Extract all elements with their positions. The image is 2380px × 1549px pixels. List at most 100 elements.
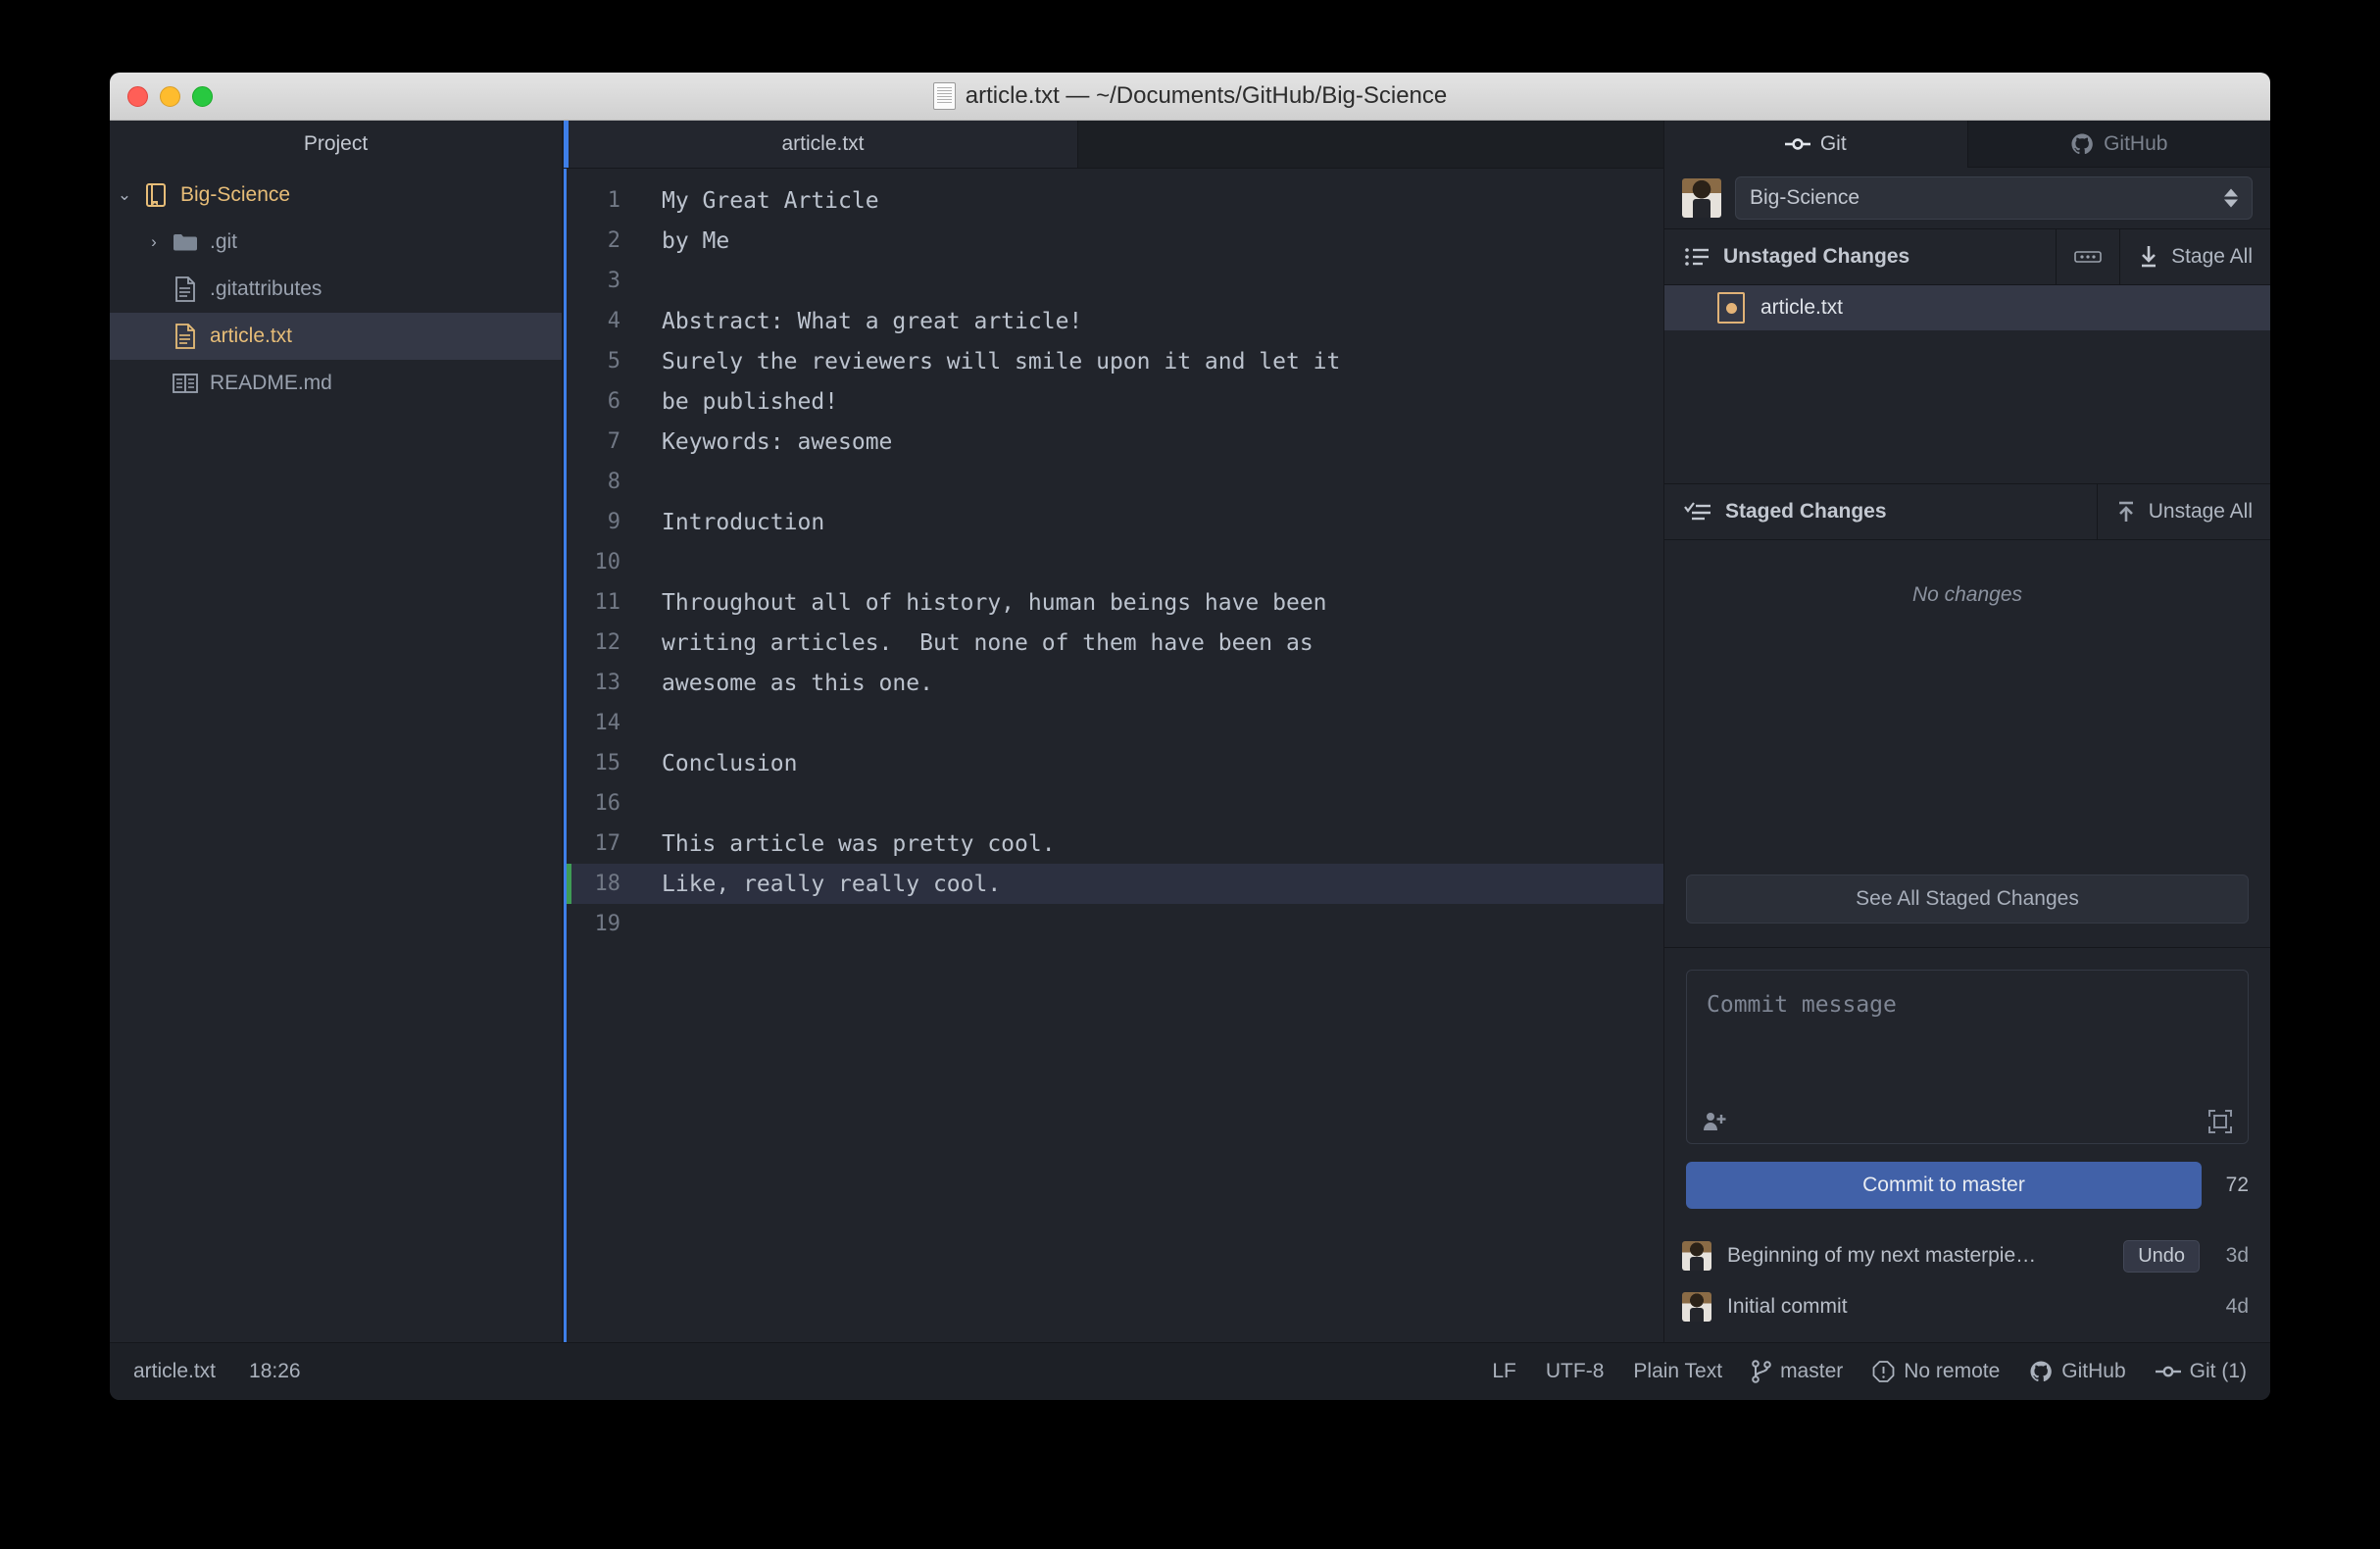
maximize-window-button[interactable] — [192, 85, 213, 107]
code-line[interactable]: 14 — [567, 703, 1663, 743]
unstaged-changes-list[interactable]: article.txt — [1664, 285, 2270, 483]
status-remote-label: No remote — [1904, 1360, 2001, 1382]
commit-history-row[interactable]: Beginning of my next masterpie… Undo 3d — [1664, 1230, 2270, 1281]
commit-age: 4d — [2225, 1295, 2249, 1318]
tree-item-article-txt[interactable]: article.txt — [110, 313, 562, 360]
code-line-current[interactable]: 18 Like, really really cool. — [567, 864, 1663, 904]
line-number: 19 — [594, 912, 621, 936]
staged-changes-header: Staged Changes Unstage All — [1664, 483, 2270, 540]
status-bar: article.txt 18:26 LF UTF-8 Plain Text ma… — [110, 1342, 2270, 1400]
code-line[interactable]: 7 Keywords: awesome — [567, 422, 1663, 462]
unstage-all-button[interactable]: Unstage All — [2096, 484, 2270, 539]
checklist-icon — [1684, 501, 1711, 523]
status-bar-left: article.txt 18:26 — [133, 1360, 301, 1383]
line-number: 6 — [607, 389, 620, 414]
tree-item-readme-md[interactable]: README.md — [110, 360, 562, 407]
commit-button[interactable]: Commit to master — [1686, 1162, 2202, 1209]
code-line[interactable]: 17 This article was pretty cool. — [567, 824, 1663, 864]
code-line[interactable]: 10 — [567, 542, 1663, 582]
file-text-icon — [169, 324, 202, 349]
chevron-right-icon[interactable]: › — [139, 232, 169, 252]
status-line-ending[interactable]: LF — [1492, 1360, 1516, 1383]
expand-icon[interactable] — [2208, 1110, 2232, 1133]
line-number: 13 — [594, 671, 621, 695]
chevron-down-icon[interactable]: ⌄ — [110, 185, 139, 205]
tab-github[interactable]: GitHub — [1966, 121, 2270, 168]
tab-git[interactable]: Git — [1664, 121, 1967, 168]
commit-history-row[interactable]: Initial commit 4d — [1664, 1281, 2270, 1332]
unstaged-file-row[interactable]: article.txt — [1664, 285, 2270, 330]
repository-select[interactable]: Big-Science — [1735, 176, 2253, 220]
tab-article-txt[interactable]: article.txt — [569, 121, 1078, 168]
alert-icon — [1872, 1360, 1895, 1383]
code-line[interactable]: 16 — [567, 783, 1663, 824]
status-remote[interactable]: No remote — [1872, 1360, 2000, 1383]
code-line[interactable]: 11 Throughout all of history, human bein… — [567, 582, 1663, 623]
status-github[interactable]: GitHub — [2029, 1360, 2126, 1383]
repository-book-icon — [139, 182, 173, 208]
add-person-icon[interactable] — [1703, 1111, 1728, 1132]
status-branch[interactable]: master — [1752, 1360, 1843, 1383]
arrow-up-to-line-icon — [2115, 500, 2137, 524]
code-line[interactable]: 3 — [567, 261, 1663, 301]
code-line[interactable]: 4 Abstract: What a great article! — [567, 301, 1663, 341]
line-number: 9 — [607, 510, 620, 534]
git-panel: Git GitHub Big-Science Unstaged Changes … — [1663, 121, 2270, 1342]
code-line[interactable]: 13 awesome as this one. — [567, 663, 1663, 703]
tabbar-empty-area — [1078, 121, 1663, 168]
status-cursor-position[interactable]: 18:26 — [249, 1360, 301, 1383]
line-number: 4 — [607, 309, 620, 333]
tree-item-label: Big-Science — [180, 183, 291, 206]
line-text: writing articles. But none of them have … — [662, 629, 1314, 656]
section-title: Staged Changes — [1725, 500, 1887, 523]
file-tree: ⌄ Big-Science › .git .gitattributes arti… — [110, 168, 562, 407]
code-line[interactable]: 8 — [567, 462, 1663, 502]
app-window: article.txt — ~/Documents/GitHub/Big-Sci… — [110, 73, 2270, 1400]
user-avatar — [1682, 178, 1721, 218]
minimize-window-button[interactable] — [160, 85, 180, 107]
line-number: 11 — [594, 590, 621, 615]
commit-message-input[interactable]: Commit message — [1686, 970, 2249, 1144]
tab-label: GitHub — [2104, 131, 2168, 155]
code-line[interactable]: 12 writing articles. But none of them ha… — [567, 623, 1663, 663]
code-line[interactable]: 1 My Great Article — [567, 180, 1663, 221]
status-grammar[interactable]: Plain Text — [1633, 1360, 1722, 1383]
code-line[interactable]: 15 Conclusion — [567, 743, 1663, 783]
staged-changes-title-group: Staged Changes — [1664, 484, 2097, 539]
stage-all-button[interactable]: Stage All — [2119, 229, 2270, 284]
commit-action-row: Commit to master 72 — [1686, 1162, 2249, 1209]
status-encoding[interactable]: UTF-8 — [1546, 1360, 1605, 1383]
git-branch-icon — [1752, 1360, 1771, 1383]
line-number: 3 — [607, 269, 620, 293]
code-line[interactable]: 5 Surely the reviewers will smile upon i… — [567, 341, 1663, 381]
status-git[interactable]: Git (1) — [2155, 1360, 2247, 1383]
see-all-staged-wrap: See All Staged Changes — [1664, 874, 2270, 947]
commit-area: Commit message Commit to master 72 — [1664, 947, 2270, 1230]
see-all-staged-changes-button[interactable]: See All Staged Changes — [1686, 874, 2249, 924]
file-markdown-icon — [169, 373, 202, 394]
status-git-label: Git (1) — [2189, 1360, 2247, 1382]
tree-item-dot-git[interactable]: › .git — [110, 219, 562, 266]
editor-tabbar: article.txt — [564, 121, 1663, 169]
stage-file-checkbox[interactable] — [1717, 292, 1745, 324]
ellipsis-icon — [2074, 249, 2102, 265]
tree-item-gitattributes[interactable]: .gitattributes — [110, 266, 562, 313]
user-avatar — [1682, 1241, 1711, 1271]
unstaged-more-button[interactable] — [2056, 229, 2119, 284]
undo-commit-button[interactable]: Undo — [2123, 1239, 2200, 1273]
line-number: 7 — [607, 429, 620, 454]
tab-label: article.txt — [781, 132, 865, 155]
status-branch-label: master — [1780, 1360, 1844, 1382]
close-window-button[interactable] — [127, 85, 148, 107]
code-line[interactable]: 19 — [567, 904, 1663, 944]
tree-item-big-science[interactable]: ⌄ Big-Science — [110, 172, 562, 219]
chevron-updown-icon[interactable] — [2224, 188, 2238, 208]
arrow-down-to-line-icon — [2138, 245, 2159, 269]
code-line[interactable]: 9 Introduction — [567, 502, 1663, 542]
code-line[interactable]: 2 by Me — [567, 221, 1663, 261]
commit-button-label: Commit to master — [1862, 1174, 2025, 1196]
status-filename[interactable]: article.txt — [133, 1360, 216, 1383]
code-line[interactable]: 6 be published! — [567, 381, 1663, 422]
text-editor[interactable]: 1 My Great Article 2 by Me 3 4 Abstract:… — [564, 169, 1663, 1342]
line-number: 14 — [594, 711, 621, 735]
